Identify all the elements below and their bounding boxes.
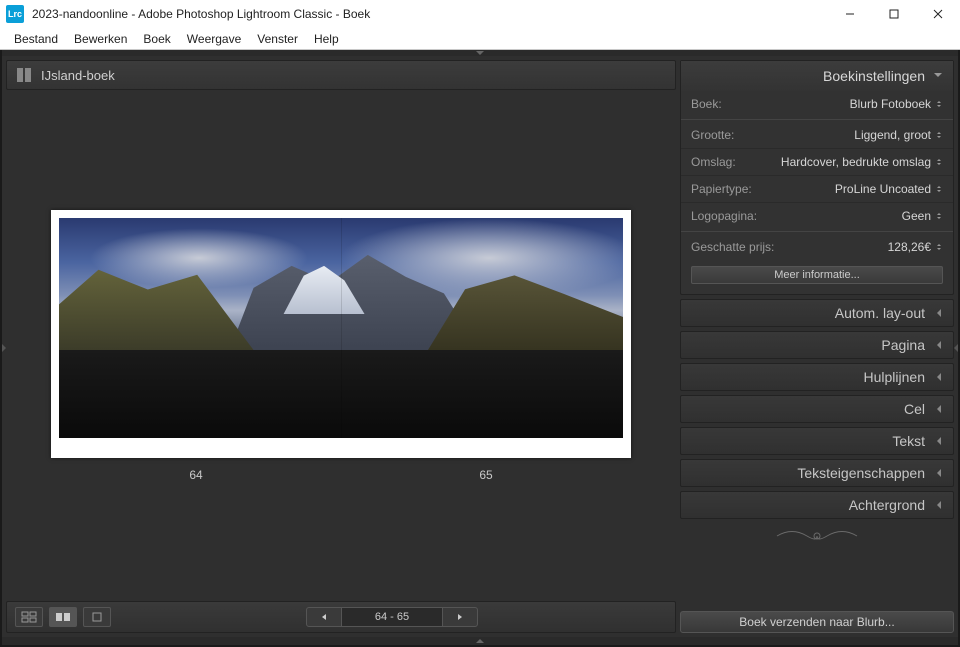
chevron-left-icon xyxy=(935,468,943,478)
setting-row-book: Boek: Blurb Fotoboek xyxy=(681,91,953,117)
panel-tekst[interactable]: Tekst xyxy=(680,427,954,455)
menu-boek[interactable]: Boek xyxy=(135,32,178,46)
menu-bewerken[interactable]: Bewerken xyxy=(66,32,135,46)
maximize-button[interactable] xyxy=(872,0,916,28)
book-settings-title: Boekinstellingen xyxy=(823,68,925,84)
setting-value-paper[interactable]: ProLine Uncoated xyxy=(835,182,943,196)
menu-bestand[interactable]: Bestand xyxy=(6,32,66,46)
bottom-panel-toggle[interactable] xyxy=(2,637,958,645)
chevron-left-icon xyxy=(935,404,943,414)
view-single-button[interactable] xyxy=(83,607,111,627)
menu-help[interactable]: Help xyxy=(306,32,347,46)
updown-icon xyxy=(935,131,943,139)
right-panel: Boekinstellingen Boek: Blurb Fotoboek Gr… xyxy=(680,56,958,637)
menubar: Bestand Bewerken Boek Weergave Venster H… xyxy=(0,28,960,50)
price-label: Geschatte prijs: xyxy=(691,240,774,254)
setting-row-paper: Papiertype: ProLine Uncoated xyxy=(681,175,953,202)
view-spread-button[interactable] xyxy=(49,607,77,627)
setting-row-price: Geschatte prijs: 128,26€ xyxy=(681,231,953,260)
setting-label: Logopagina: xyxy=(691,209,757,223)
panel-achtergrond[interactable]: Achtergrond xyxy=(680,491,954,519)
setting-value-size[interactable]: Liggend, groot xyxy=(854,128,943,142)
price-value: 128,26€ xyxy=(888,240,943,254)
view-toolbar: 64 - 65 xyxy=(6,601,676,633)
book-spread[interactable] xyxy=(51,210,631,458)
pager-display[interactable]: 64 - 65 xyxy=(342,607,442,627)
chevron-left-icon xyxy=(935,436,943,446)
collection-icon xyxy=(17,68,31,82)
setting-value-logo[interactable]: Geen xyxy=(902,209,943,223)
chevron-left-icon xyxy=(935,308,943,318)
close-button[interactable] xyxy=(916,0,960,28)
chevron-left-icon xyxy=(935,500,943,510)
setting-label: Omslag: xyxy=(691,155,736,169)
updown-icon xyxy=(935,243,943,251)
page-number-left: 64 xyxy=(51,468,341,482)
app-icon: Lrc xyxy=(6,5,24,23)
view-grid-button[interactable] xyxy=(15,607,43,627)
pager-next-button[interactable] xyxy=(442,607,478,627)
updown-icon xyxy=(935,100,943,108)
workspace: IJsland-boek xyxy=(0,50,960,647)
panel-cel[interactable]: Cel xyxy=(680,395,954,423)
menu-venster[interactable]: Venster xyxy=(249,32,306,46)
book-settings-header[interactable]: Boekinstellingen xyxy=(681,61,953,91)
titlebar: Lrc 2023-nandoonline - Adobe Photoshop L… xyxy=(0,0,960,28)
more-info-button[interactable]: Meer informatie... xyxy=(691,266,943,284)
page-numbers: 64 65 xyxy=(51,468,631,482)
collection-bar: IJsland-boek xyxy=(6,60,676,90)
panel-auto-layout[interactable]: Autom. lay-out xyxy=(680,299,954,327)
chevron-left-icon xyxy=(935,372,943,382)
setting-value-cover[interactable]: Hardcover, bedrukte omslag xyxy=(781,155,943,169)
setting-label: Papiertype: xyxy=(691,182,752,196)
page-number-right: 65 xyxy=(341,468,631,482)
panel-pagina[interactable]: Pagina xyxy=(680,331,954,359)
window-title: 2023-nandoonline - Adobe Photoshop Light… xyxy=(32,7,828,21)
menu-weergave[interactable]: Weergave xyxy=(179,32,249,46)
setting-row-logo: Logopagina: Geen xyxy=(681,202,953,229)
collection-name[interactable]: IJsland-boek xyxy=(41,68,115,83)
setting-label: Grootte: xyxy=(691,128,734,142)
setting-row-cover: Omslag: Hardcover, bedrukte omslag xyxy=(681,148,953,175)
chevron-down-icon xyxy=(933,71,943,81)
setting-value-book[interactable]: Blurb Fotoboek xyxy=(850,97,943,111)
panel-ornament xyxy=(680,523,954,549)
updown-icon xyxy=(935,185,943,193)
right-panel-toggle[interactable] xyxy=(952,339,960,357)
updown-icon xyxy=(935,212,943,220)
pager-prev-button[interactable] xyxy=(306,607,342,627)
send-to-blurb-button[interactable]: Boek verzenden naar Blurb... xyxy=(680,611,954,633)
book-preview-area: 64 65 xyxy=(6,90,676,601)
chevron-left-icon xyxy=(935,340,943,350)
panel-teksteigenschappen[interactable]: Teksteigenschappen xyxy=(680,459,954,487)
minimize-button[interactable] xyxy=(828,0,872,28)
panel-hulplijnen[interactable]: Hulplijnen xyxy=(680,363,954,391)
setting-row-size: Grootte: Liggend, groot xyxy=(681,119,953,148)
updown-icon xyxy=(935,158,943,166)
setting-label: Boek: xyxy=(691,97,722,111)
